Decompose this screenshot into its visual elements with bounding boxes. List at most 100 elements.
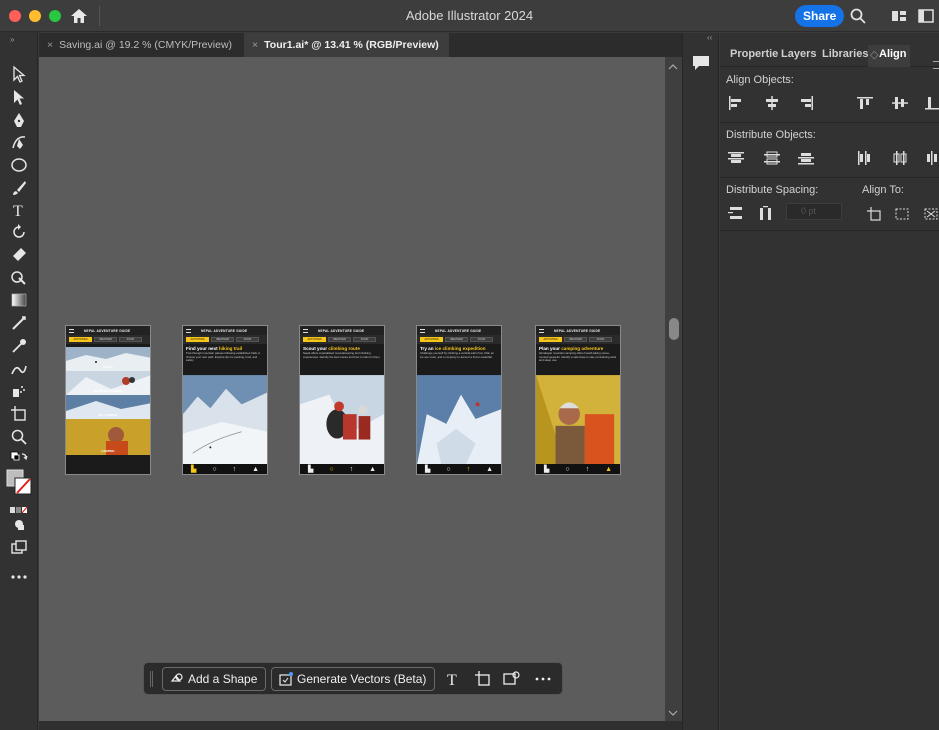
align-to-artboard-icon[interactable] <box>866 207 882 221</box>
tab-saving[interactable]: × Saving.ai @ 19.2 % (CMYK/Preview) <box>39 33 244 57</box>
arrange-documents-icon[interactable] <box>917 7 935 25</box>
zoom-window-button[interactable] <box>49 10 61 22</box>
tab-properties[interactable]: Propertie <box>730 48 778 60</box>
draw-mode-icon[interactable] <box>9 514 29 534</box>
tab-close-icon[interactable]: × <box>252 39 258 51</box>
tab-layers[interactable]: Layers <box>781 48 816 60</box>
artboard-activities-list[interactable]: NEPAL ADVENTURE GUIDE ACTIVITIES WEATHER… <box>65 325 151 475</box>
canvas[interactable]: NEPAL ADVENTURE GUIDE ACTIVITIES WEATHER… <box>39 57 665 721</box>
minimize-window-button[interactable] <box>29 10 41 22</box>
distribute-horizontal-center-icon[interactable] <box>892 151 908 165</box>
more-options-icon[interactable] <box>534 670 552 688</box>
tab-tour1[interactable]: × Tour1.ai* @ 13.41 % (RGB/Preview) <box>244 33 449 57</box>
tab-align[interactable]: Align <box>879 48 907 60</box>
activities-tab: ACTIVITIES <box>303 337 326 342</box>
align-objects-section: Align Objects: <box>720 68 939 123</box>
panel-tab-bar: Propertie Layers Libraries ◇ Align <box>720 45 939 69</box>
vertical-scrollbar[interactable] <box>665 57 682 721</box>
fill-stroke-swatches[interactable] <box>4 468 34 498</box>
artboard-tool-icon[interactable] <box>9 404 29 424</box>
swap-fill-stroke-icon[interactable] <box>9 449 29 469</box>
add-shape-button[interactable]: Add a Shape <box>162 667 267 691</box>
place-image-icon[interactable] <box>502 670 520 688</box>
align-top-icon[interactable] <box>857 96 873 110</box>
artboard-ice-climbing[interactable]: NEPAL ADVENTURE GUIDE ACTIVITIES WEATHER… <box>416 325 502 475</box>
hero-heading: Plan your camping adventure <box>539 346 604 351</box>
generative-icon <box>279 672 293 686</box>
svg-text:T: T <box>13 203 23 219</box>
comments-icon[interactable] <box>692 55 710 71</box>
blend-tool-icon[interactable] <box>9 359 29 379</box>
vertical-distribute-space-icon[interactable] <box>728 206 744 220</box>
artboard-camping[interactable]: NEPAL ADVENTURE GUIDE ACTIVITIES WEATHER… <box>535 325 621 475</box>
scroll-thumb[interactable] <box>669 318 679 340</box>
align-to-key-object-icon[interactable] <box>923 207 939 221</box>
scroll-up-icon[interactable] <box>668 63 678 71</box>
type-tool-icon[interactable]: T <box>9 200 29 220</box>
document-tabs: × Saving.ai @ 19.2 % (CMYK/Preview) × Tour… <box>39 33 682 57</box>
generate-vectors-button[interactable]: Generate Vectors (Beta) <box>271 667 436 691</box>
distribute-right-icon[interactable] <box>925 151 939 165</box>
screen-mode-icon[interactable] <box>9 537 29 557</box>
search-icon[interactable] <box>849 7 867 25</box>
workspace-icon[interactable] <box>890 7 908 25</box>
align-to-selection-icon[interactable] <box>894 207 910 221</box>
rotate-tool-icon[interactable] <box>9 222 29 242</box>
more-tools-icon[interactable] <box>9 567 29 587</box>
activities-tab: ACTIVITIES <box>420 337 443 342</box>
align-right-icon[interactable] <box>798 96 814 110</box>
horizontal-distribute-space-icon[interactable] <box>758 206 774 220</box>
collapse-panels-icon[interactable]: ‹‹ <box>707 33 712 42</box>
ellipse-tool-icon[interactable] <box>9 155 29 175</box>
curvature-tool-icon[interactable] <box>9 132 29 152</box>
distribute-vertical-center-icon[interactable] <box>764 151 780 165</box>
tab-label: Tour1.ai* @ 13.41 % (RGB/Preview) <box>264 39 439 51</box>
food-tab: FOOD <box>236 337 259 342</box>
align-vertical-center-icon[interactable] <box>892 96 908 110</box>
pen-tool-icon[interactable] <box>9 110 29 130</box>
hero-text: Himalayan mountain camping offers breath… <box>539 352 617 362</box>
svg-text:»: » <box>10 35 15 44</box>
zoom-tool-icon[interactable] <box>9 427 29 447</box>
eyedropper-tool-icon[interactable] <box>9 336 29 356</box>
home-icon[interactable] <box>69 6 89 26</box>
list-item-label: ICE CLIMBING <box>98 413 118 417</box>
scroll-down-icon[interactable] <box>668 709 678 717</box>
hero-text: Nepal offers unparalleled mountaineering… <box>303 352 381 359</box>
eraser-tool-icon[interactable] <box>9 245 29 265</box>
align-left-icon[interactable] <box>728 96 744 110</box>
share-button[interactable]: Share <box>795 5 845 27</box>
distribute-top-icon[interactable] <box>728 151 744 165</box>
gradient-tool-icon[interactable] <box>9 290 29 310</box>
weather-tab: WEATHER <box>94 337 117 342</box>
paintbrush-tool-icon[interactable] <box>9 178 29 198</box>
tab-label: Saving.ai @ 19.2 % (CMYK/Preview) <box>59 39 233 51</box>
bottom-nav: ▙ ○ ↑ ▲ <box>300 464 384 474</box>
align-bottom-icon[interactable] <box>925 96 939 110</box>
shape-builder-tool-icon[interactable] <box>9 268 29 288</box>
artboard-icon[interactable] <box>474 670 492 688</box>
hero-text: Trek through mountain passes following e… <box>186 352 261 362</box>
type-icon[interactable]: T <box>444 670 462 688</box>
weather-tab: WEATHER <box>445 337 468 342</box>
distribute-bottom-icon[interactable] <box>798 151 814 165</box>
close-window-button[interactable] <box>9 10 21 22</box>
artboard-hiking[interactable]: NEPAL ADVENTURE GUIDE ACTIVITIES WEATHER… <box>182 325 268 475</box>
mesh-tool-icon[interactable] <box>9 313 29 333</box>
distribute-left-icon[interactable] <box>857 151 873 165</box>
menu-icon <box>186 328 191 333</box>
drag-handle[interactable] <box>150 671 153 687</box>
list-item: ICE CLIMBING <box>66 395 150 419</box>
tab-libraries[interactable]: Libraries <box>822 48 868 60</box>
tab-close-icon[interactable]: × <box>47 39 53 51</box>
toolbar-collapse-icon[interactable]: » <box>9 34 29 44</box>
selection-tool-icon[interactable] <box>9 64 29 84</box>
spacing-value-field[interactable]: 0 pt <box>786 203 842 220</box>
menu-icon <box>539 328 544 333</box>
symbol-sprayer-tool-icon[interactable] <box>9 381 29 401</box>
direct-selection-tool-icon[interactable] <box>9 87 29 107</box>
bottom-nav: ▙ ○ ↑ ▲ <box>417 464 501 474</box>
artboard-climbing[interactable]: NEPAL ADVENTURE GUIDE ACTIVITIES WEATHER… <box>299 325 385 475</box>
align-horizontal-center-icon[interactable] <box>764 96 780 110</box>
food-tab: FOOD <box>119 337 142 342</box>
